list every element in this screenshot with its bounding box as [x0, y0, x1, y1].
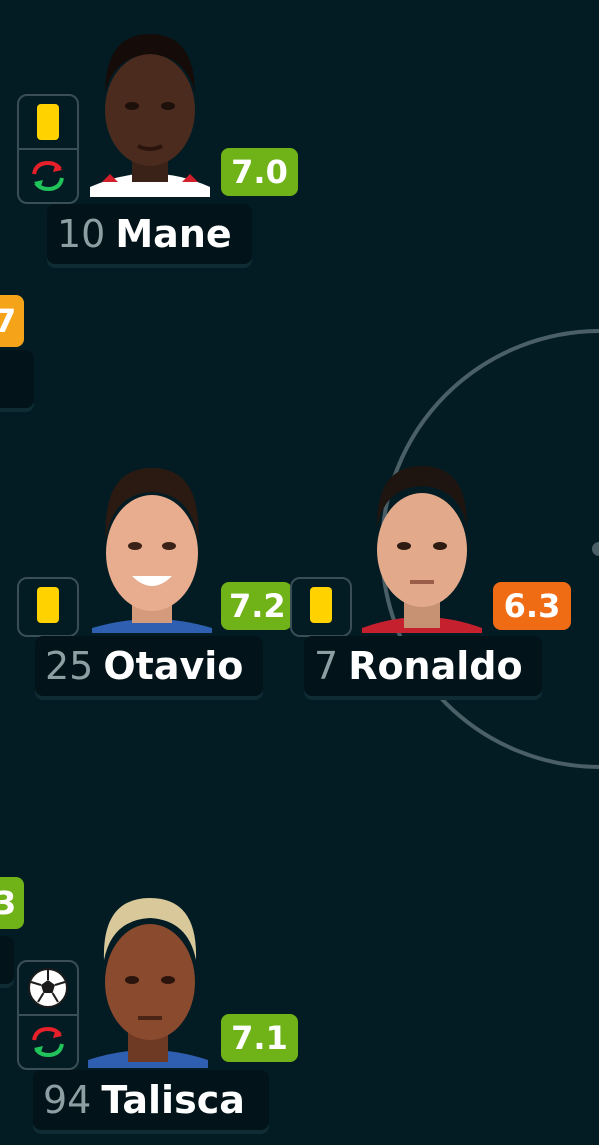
yellow-card-icon [37, 104, 59, 140]
player-photo-mane [90, 22, 210, 197]
player-card-ronaldo[interactable]: 6.3 7 Ronaldo [280, 440, 580, 710]
yellow-card-cell [19, 96, 77, 148]
name-plate-mane: 10 Mane [47, 204, 252, 264]
player-photo-talisca [88, 890, 208, 1068]
substitution-cell [19, 1014, 77, 1068]
shirt-number-otavio: 25 [45, 644, 94, 688]
shirt-number-mane: 10 [57, 212, 106, 256]
yellow-card-cell [19, 579, 77, 631]
football-icon [28, 968, 68, 1008]
center-spot [592, 542, 599, 556]
player-photo-ronaldo [362, 458, 482, 633]
player-name-talisca: Talisca [101, 1078, 245, 1122]
player-photo-otavio [92, 458, 212, 633]
substitution-icon [32, 160, 64, 192]
yellow-card-cell [292, 579, 350, 631]
player-card-mane[interactable]: 7.0 10 Mane [0, 0, 320, 280]
event-box-ronaldo [290, 577, 352, 637]
name-plate-otavio: 25 Otavio [35, 636, 263, 696]
rating-badge-talisca: 7.1 [221, 1014, 298, 1062]
edge-name-plate-top [0, 350, 34, 408]
event-box-otavio [17, 577, 79, 637]
event-box-mane [17, 94, 79, 204]
player-name-ronaldo: Ronaldo [348, 644, 523, 688]
edge-rating-badge-top: 7 [0, 295, 24, 347]
substitution-icon [32, 1026, 64, 1058]
player-name-mane: Mane [115, 212, 232, 256]
rating-badge-ronaldo: 6.3 [493, 582, 571, 630]
player-card-otavio[interactable]: 7.2 25 Otavio [0, 440, 300, 710]
substitution-cell [19, 148, 77, 202]
shirt-number-talisca: 94 [43, 1078, 92, 1122]
player-card-talisca[interactable]: 7.1 94 Talisca [0, 880, 320, 1140]
rating-badge-mane: 7.0 [221, 148, 298, 196]
name-plate-talisca: 94 Talisca [33, 1070, 269, 1130]
player-name-otavio: Otavio [103, 644, 244, 688]
yellow-card-icon [37, 587, 59, 623]
event-box-talisca [17, 960, 79, 1070]
shirt-number-ronaldo: 7 [314, 644, 339, 688]
yellow-card-icon [310, 587, 332, 623]
name-plate-ronaldo: 7 Ronaldo [304, 636, 542, 696]
goal-cell [19, 962, 77, 1014]
